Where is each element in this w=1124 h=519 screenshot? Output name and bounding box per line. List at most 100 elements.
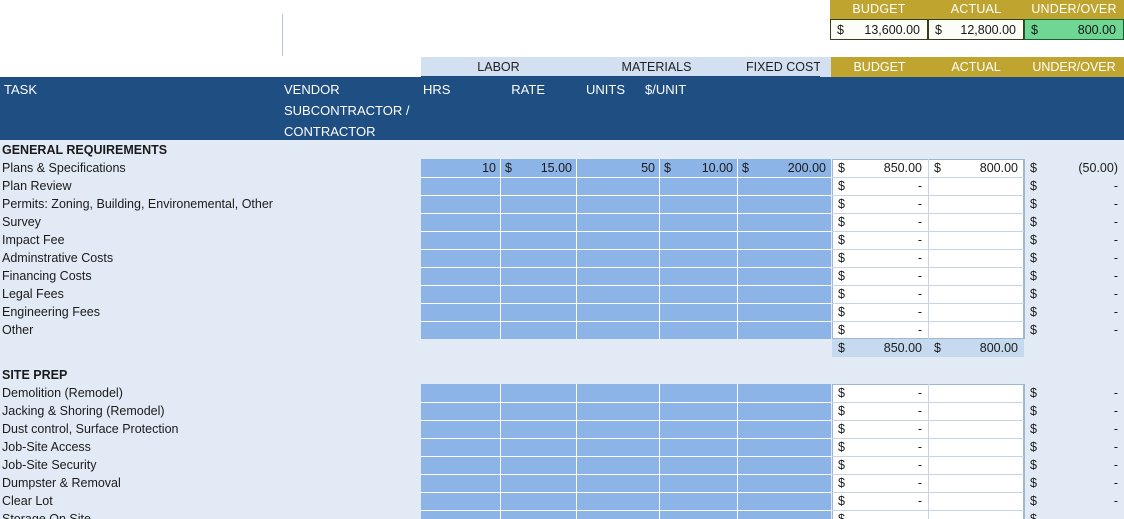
section-title: SITE PREP [2, 368, 68, 382]
cell-hrs[interactable]: 10 [421, 159, 496, 177]
task-label[interactable]: Survey [2, 213, 412, 231]
summary-value-under-over[interactable]: $ 800.00 [1024, 19, 1124, 40]
column-header-task: TASK [4, 82, 37, 97]
currency-symbol: $ [935, 23, 942, 37]
group-header-fixed-cost: FIXED COST [737, 57, 830, 77]
cell-budget[interactable]: - [832, 438, 922, 456]
entry-grid-row-divider [421, 267, 831, 268]
task-label[interactable]: Adminstrative Costs [2, 249, 412, 267]
cell-under-over: - [1113, 251, 1118, 265]
entry-grid-row-divider [421, 321, 831, 322]
section-title: GENERAL REQUIREMENTS [2, 143, 168, 157]
cell-budget[interactable]: - [832, 303, 922, 321]
column-header-band [0, 77, 1124, 140]
cell-under-over: - [1113, 440, 1118, 454]
task-label[interactable]: Clear Lot [2, 492, 412, 510]
cell-under-over: - [1113, 215, 1118, 229]
summary-header-budget: BUDGET [830, 0, 928, 19]
column-header-per-unit: $/UNIT [645, 82, 687, 97]
cell-budget[interactable]: - [832, 420, 922, 438]
subtotal-actual: 800.00 [979, 341, 1018, 355]
entry-grid-row-divider [421, 249, 831, 250]
task-label[interactable]: Impact Fee [2, 231, 412, 249]
column-header-units: UNITS [586, 82, 625, 97]
task-label[interactable]: Financing Costs [2, 267, 412, 285]
task-label[interactable]: Demolition (Remodel) [2, 384, 412, 402]
cell-budget[interactable]: - [832, 474, 922, 492]
budget-actual-divider [928, 384, 929, 519]
entry-grid-row-divider [421, 402, 831, 403]
cell-budget[interactable]: 850.00 [832, 159, 922, 177]
entry-grid-column-divider [659, 384, 660, 519]
cell-budget[interactable]: - [832, 267, 922, 285]
entry-grid-row-divider [421, 510, 831, 511]
cell-budget[interactable]: - [832, 402, 922, 420]
summary-header-actual: ACTUAL [928, 0, 1024, 19]
cell-under-over: - [1113, 233, 1118, 247]
cell-budget[interactable]: - [832, 285, 922, 303]
cell-budget[interactable]: - [832, 456, 922, 474]
entry-grid-row-divider [421, 438, 831, 439]
cell-budget[interactable]: - [832, 195, 922, 213]
subtotal-budget: 850.00 [883, 341, 922, 355]
task-label[interactable]: Other [2, 321, 412, 339]
cell-budget[interactable]: - [832, 510, 922, 519]
cell-budget[interactable]: - [832, 177, 922, 195]
cell-fixed-cost[interactable]: 200.00 [737, 159, 826, 177]
entry-grid-row-divider [421, 456, 831, 457]
cell-under-over: - [1113, 386, 1118, 400]
group-header-labor: LABOR [421, 57, 576, 77]
entry-grid-row-divider [421, 303, 831, 304]
task-label[interactable]: Plan Review [2, 177, 412, 195]
cell-under-over: - [1113, 494, 1118, 508]
task-label[interactable]: Permits: Zoning, Building, Environementa… [2, 195, 412, 213]
cell-budget[interactable]: - [832, 384, 922, 402]
task-label[interactable]: Job-Site Security [2, 456, 412, 474]
cell-unit-cost[interactable]: 10.00 [659, 159, 733, 177]
entry-grid-column-divider [576, 384, 577, 519]
cell-under-over: - [1113, 458, 1118, 472]
task-label[interactable]: Plans & Specifications [2, 159, 412, 177]
group-header-under-over: UNDER/OVER [1024, 57, 1124, 77]
cell-under-over: - [1113, 179, 1118, 193]
task-label[interactable]: Job-Site Access [2, 438, 412, 456]
task-label[interactable]: Dumpster & Removal [2, 474, 412, 492]
entry-grid-row-divider [421, 177, 831, 178]
cell-under-over: - [1113, 323, 1118, 337]
cell-rate[interactable]: 15.00 [500, 159, 572, 177]
task-label[interactable]: Engineering Fees [2, 303, 412, 321]
cell-actual[interactable]: 800.00 [928, 159, 1018, 177]
cell-under-over: - [1113, 512, 1118, 519]
cell-units[interactable]: 50 [576, 159, 655, 177]
column-header-rate: RATE [511, 82, 545, 97]
cell-budget[interactable]: - [832, 321, 922, 339]
entry-grid-row-divider [421, 285, 831, 286]
column-divider-tick [282, 14, 283, 56]
cell-budget[interactable]: - [832, 231, 922, 249]
spreadsheet-canvas: BUDGET ACTUAL UNDER/OVER $ 13,600.00 $ 1… [0, 0, 1124, 519]
currency-symbol: $ [837, 23, 844, 37]
summary-actual-amount: 12,800.00 [960, 23, 1016, 37]
summary-value-budget[interactable]: $ 13,600.00 [830, 19, 928, 40]
task-label[interactable]: Legal Fees [2, 285, 412, 303]
group-header-actual: ACTUAL [928, 57, 1024, 77]
cell-under-over: - [1113, 305, 1118, 319]
cell-budget[interactable]: - [832, 492, 922, 510]
cell-under-over: - [1113, 422, 1118, 436]
entry-grid-block[interactable] [421, 384, 831, 519]
task-label[interactable]: Dust control, Surface Protection [2, 420, 412, 438]
cell-under-over: - [1113, 287, 1118, 301]
entry-grid-row-divider [421, 420, 831, 421]
cell-budget[interactable]: - [832, 213, 922, 231]
cell-budget[interactable]: - [832, 249, 922, 267]
entry-grid-row-divider [421, 492, 831, 493]
column-header-hrs: HRS [423, 82, 451, 97]
summary-value-actual[interactable]: $ 12,800.00 [928, 19, 1024, 40]
task-label[interactable]: Storage On Site [2, 510, 412, 519]
summary-under-over-amount: 800.00 [1077, 23, 1116, 37]
entry-grid-row-divider [421, 195, 831, 196]
entry-grid-row-divider [421, 474, 831, 475]
task-label[interactable]: Jacking & Shoring (Remodel) [2, 402, 412, 420]
column-header-vendor: VENDOR SUBCONTRACTOR / CONTRACTOR [284, 82, 410, 139]
currency-symbol: $ [1031, 23, 1038, 37]
